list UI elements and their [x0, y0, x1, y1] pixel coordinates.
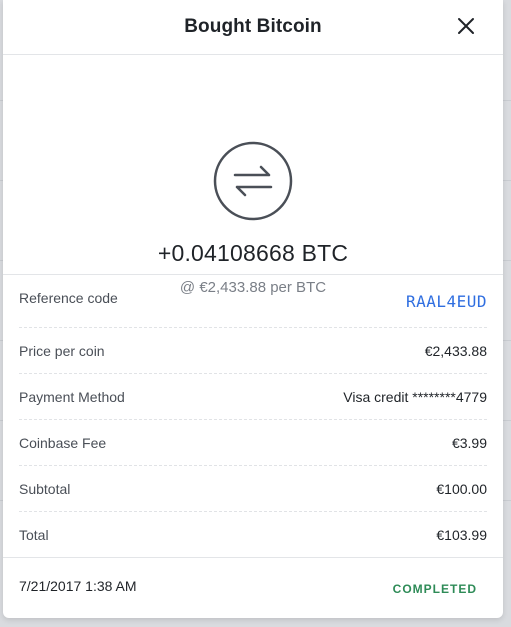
detail-value: €2,433.88	[424, 342, 487, 359]
detail-row-payment-method: Payment Method Visa credit ********4779	[19, 374, 487, 420]
modal-header: Bought Bitcoin	[3, 0, 503, 55]
transaction-modal: Bought Bitcoin +0.04108668 BTC @ €2,433.…	[3, 0, 503, 618]
swap-arrows-icon	[213, 141, 293, 221]
detail-value: €100.00	[436, 480, 487, 497]
detail-label: Price per coin	[19, 342, 105, 359]
reference-code-value[interactable]: RAAL4EUD	[406, 292, 487, 311]
detail-row-total: Total €103.99	[19, 512, 487, 558]
detail-label: Subtotal	[19, 480, 71, 497]
detail-value: €103.99	[436, 527, 487, 543]
detail-row-subtotal: Subtotal €100.00	[19, 466, 487, 512]
detail-row-reference-code: Reference code RAAL4EUD	[19, 276, 487, 328]
transaction-details: Reference code RAAL4EUD Price per coin €…	[19, 276, 487, 558]
detail-label: Reference code	[19, 290, 118, 306]
transaction-amount: +0.04108668 BTC	[157, 240, 349, 266]
close-button[interactable]	[453, 13, 479, 39]
transaction-timestamp: 7/21/2017 1:38 AM	[19, 578, 137, 594]
transaction-summary: +0.04108668 BTC @ €2,433.88 per BTC	[3, 55, 503, 296]
detail-label: Payment Method	[19, 388, 125, 405]
close-icon	[458, 18, 474, 34]
detail-value: €3.99	[451, 434, 487, 451]
detail-row-price-per-coin: Price per coin €2,433.88	[19, 328, 487, 374]
detail-label: Coinbase Fee	[19, 434, 107, 451]
detail-label: Total	[19, 527, 49, 543]
status-badge: COMPLETED	[392, 582, 477, 596]
modal-title: Bought Bitcoin	[184, 16, 322, 37]
detail-row-coinbase-fee: Coinbase Fee €3.99	[19, 420, 487, 466]
detail-value: Visa credit ********4779	[343, 388, 487, 405]
modal-footer: 7/21/2017 1:38 AM COMPLETED	[3, 557, 503, 618]
